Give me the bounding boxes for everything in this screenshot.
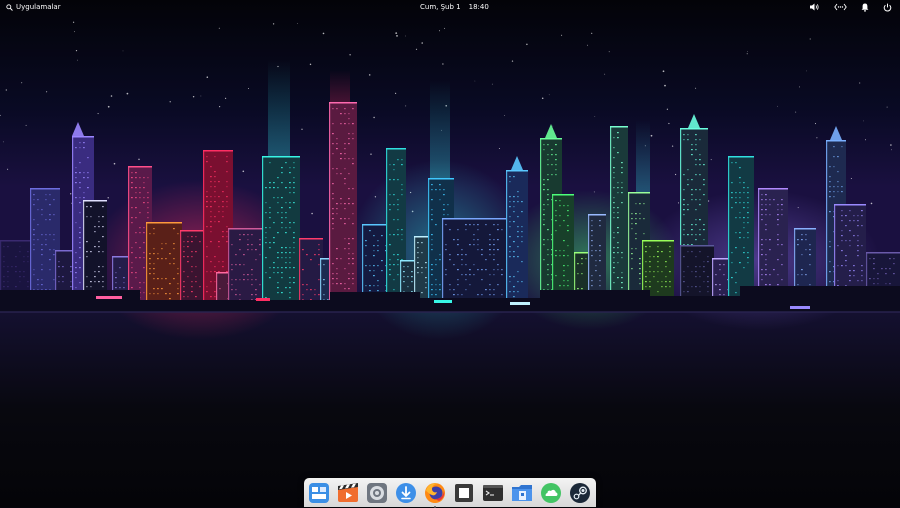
notifications-indicator[interactable] xyxy=(861,3,869,12)
desktop-wallpaper xyxy=(0,0,900,507)
notifications-icon xyxy=(861,3,869,12)
settings-icon xyxy=(367,483,387,503)
appcenter-icon xyxy=(396,483,416,503)
network-indicator[interactable] xyxy=(834,3,847,11)
applications-label: Uygulamalar xyxy=(16,3,61,11)
dock-item-firefox[interactable] xyxy=(424,482,446,508)
dock-item-videos[interactable] xyxy=(337,482,359,504)
dock-item-cloud-sync[interactable] xyxy=(540,482,562,504)
power-icon xyxy=(883,3,892,11)
applications-menu-button[interactable]: Uygulamalar xyxy=(6,0,61,14)
cloud-icon xyxy=(541,483,561,503)
video-player-icon xyxy=(338,483,358,502)
search-icon xyxy=(6,3,13,11)
network-icon xyxy=(834,3,847,11)
dock-item-appcenter[interactable] xyxy=(395,482,417,504)
top-panel: Uygulamalar Cum, Şub 1 18:40 xyxy=(0,0,900,14)
multitasking-icon xyxy=(309,483,329,503)
dock-item-screenshot[interactable] xyxy=(453,482,475,504)
steam-icon xyxy=(570,483,590,503)
files-icon xyxy=(512,485,532,501)
system-indicators xyxy=(810,0,892,14)
dock-item-multitasking-view[interactable] xyxy=(308,482,330,504)
dock-item-terminal[interactable] xyxy=(482,482,504,504)
date-time-indicator[interactable]: Cum, Şub 1 18:40 xyxy=(420,0,489,14)
date-label: Cum, Şub 1 xyxy=(420,3,461,11)
screenshot-icon xyxy=(455,484,473,502)
session-indicator[interactable] xyxy=(883,3,892,12)
dock-item-steam[interactable] xyxy=(569,482,591,504)
volume-indicator[interactable] xyxy=(810,3,820,11)
firefox-icon xyxy=(425,483,445,503)
dock-item-system-settings[interactable] xyxy=(366,482,388,504)
dock xyxy=(304,478,596,508)
terminal-icon xyxy=(483,485,503,501)
dock-item-files[interactable] xyxy=(511,482,533,504)
time-label: 18:40 xyxy=(468,3,489,11)
volume-icon xyxy=(810,3,819,11)
